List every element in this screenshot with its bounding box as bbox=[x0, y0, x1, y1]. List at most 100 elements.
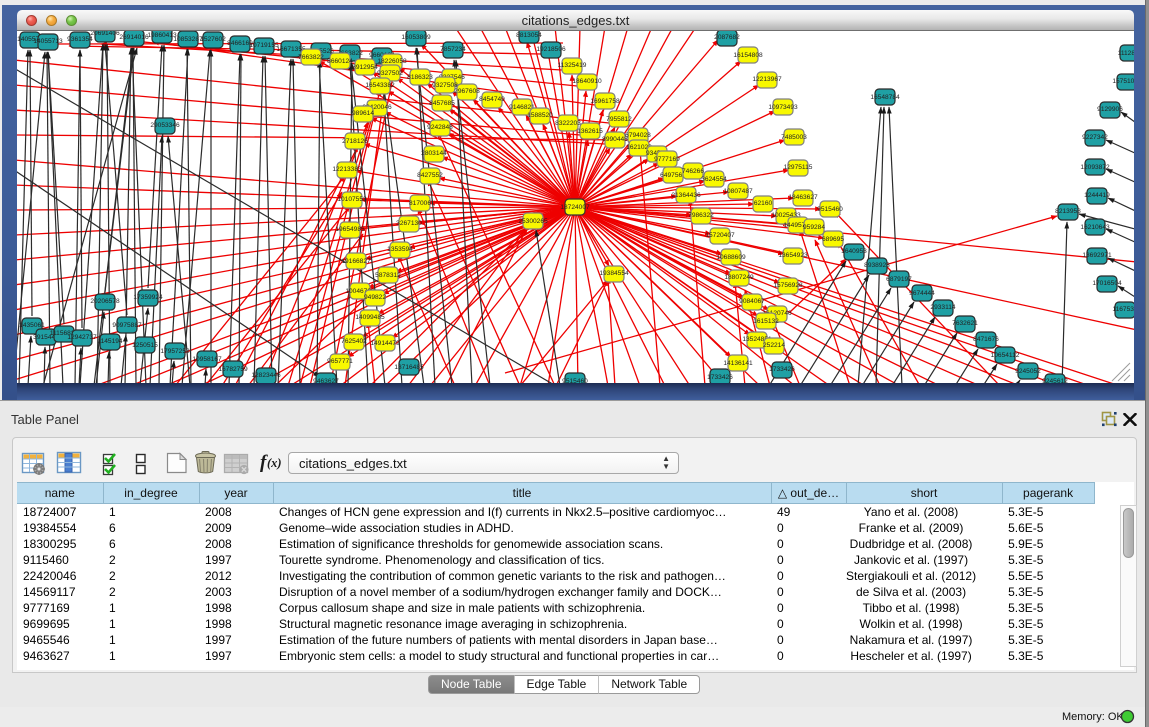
svg-text:9242848: 9242848 bbox=[427, 124, 453, 131]
svg-text:1640953: 1640953 bbox=[841, 248, 867, 255]
svg-text:(x): (x) bbox=[267, 456, 282, 470]
svg-text:989614: 989614 bbox=[352, 110, 374, 117]
svg-text:16548784: 16548784 bbox=[870, 94, 900, 101]
svg-text:18807249: 18807249 bbox=[724, 274, 754, 281]
svg-text:10107553: 10107553 bbox=[337, 196, 367, 203]
svg-text:7632621: 7632621 bbox=[952, 320, 978, 327]
svg-text:14914479: 14914479 bbox=[370, 340, 400, 347]
svg-text:12975115: 12975115 bbox=[784, 164, 813, 171]
svg-text:817006: 817006 bbox=[409, 200, 431, 207]
svg-text:11325419: 11325419 bbox=[558, 62, 587, 69]
svg-text:10973493: 10973493 bbox=[768, 104, 798, 111]
svg-text:8660124: 8660124 bbox=[327, 58, 353, 65]
svg-text:16543382: 16543382 bbox=[365, 82, 395, 89]
svg-text:2087682: 2087682 bbox=[714, 34, 740, 41]
svg-text:1435061: 1435061 bbox=[19, 322, 45, 329]
svg-text:13692971: 13692971 bbox=[1082, 252, 1112, 259]
svg-text:9227342: 9227342 bbox=[1082, 134, 1108, 141]
svg-text:8322203: 8322203 bbox=[555, 120, 581, 127]
svg-text:3267130: 3267130 bbox=[396, 220, 422, 227]
svg-text:1250515: 1250515 bbox=[132, 342, 158, 349]
svg-text:8938923: 8938923 bbox=[864, 262, 890, 269]
svg-text:8186323: 8186323 bbox=[407, 74, 433, 81]
svg-text:9129906: 9129906 bbox=[1097, 106, 1123, 113]
svg-text:7663822: 7663822 bbox=[298, 54, 324, 61]
svg-text:18640910: 18640910 bbox=[572, 78, 602, 85]
svg-text:6794028: 6794028 bbox=[625, 132, 651, 139]
svg-text:7485003: 7485003 bbox=[781, 134, 807, 141]
svg-text:15756928: 15756928 bbox=[773, 282, 803, 289]
svg-text:3624554: 3624554 bbox=[701, 176, 727, 183]
svg-text:12823446: 12823446 bbox=[251, 372, 281, 379]
svg-text:8427552: 8427552 bbox=[417, 172, 443, 179]
svg-text:949822: 949822 bbox=[364, 294, 386, 301]
svg-text:12942737: 12942737 bbox=[67, 334, 97, 341]
svg-text:17016504: 17016504 bbox=[1092, 280, 1122, 287]
svg-text:16053809: 16053809 bbox=[401, 34, 431, 41]
svg-text:16210643: 16210643 bbox=[1080, 224, 1110, 231]
svg-text:2967608: 2967608 bbox=[454, 88, 480, 95]
svg-text:10807487: 10807487 bbox=[723, 188, 753, 195]
svg-text:1527602: 1527602 bbox=[200, 36, 226, 43]
svg-text:19166827: 19166827 bbox=[341, 258, 371, 265]
svg-text:8912954: 8912954 bbox=[352, 64, 378, 71]
svg-text:746266: 746266 bbox=[682, 168, 704, 175]
svg-text:1112874: 1112874 bbox=[1118, 50, 1134, 57]
svg-text:26914016: 26914016 bbox=[119, 34, 149, 41]
svg-text:9515460: 9515460 bbox=[817, 206, 843, 213]
svg-text:16782759: 16782759 bbox=[218, 366, 248, 373]
svg-text:14055713: 14055713 bbox=[33, 38, 63, 45]
svg-text:13654923: 13654923 bbox=[778, 252, 808, 259]
svg-text:1167533: 1167533 bbox=[1112, 306, 1134, 313]
svg-text:18226058: 18226058 bbox=[377, 58, 407, 65]
svg-text:18724007: 18724007 bbox=[560, 204, 590, 211]
svg-text:10719155: 10719155 bbox=[249, 42, 279, 49]
svg-text:10958167: 10958167 bbox=[192, 356, 222, 363]
svg-text:12093872: 12093872 bbox=[1080, 164, 1110, 171]
svg-text:15720407: 15720407 bbox=[705, 232, 735, 239]
svg-text:7625402: 7625402 bbox=[341, 338, 367, 345]
svg-text:10654112: 10654112 bbox=[991, 352, 1020, 359]
svg-text:14099485: 14099485 bbox=[355, 314, 385, 321]
svg-text:9327502: 9327502 bbox=[377, 70, 403, 77]
svg-text:20206578: 20206578 bbox=[90, 298, 120, 305]
svg-text:5878312: 5878312 bbox=[375, 272, 401, 279]
svg-text:689695: 689695 bbox=[822, 236, 844, 243]
svg-text:8454749: 8454749 bbox=[479, 96, 505, 103]
svg-text:1353594: 1353594 bbox=[387, 246, 413, 253]
svg-text:20691406: 20691406 bbox=[90, 31, 120, 37]
svg-text:21364436: 21364436 bbox=[671, 192, 701, 199]
svg-text:7955812: 7955812 bbox=[606, 116, 632, 123]
svg-text:12213383: 12213383 bbox=[332, 166, 362, 173]
svg-text:17359924: 17359924 bbox=[133, 294, 163, 301]
svg-text:19654985: 19654985 bbox=[335, 226, 365, 233]
svg-text:6879197: 6879197 bbox=[886, 276, 912, 283]
svg-text:25300265: 25300265 bbox=[518, 218, 548, 225]
svg-text:1588520: 1588520 bbox=[527, 112, 553, 119]
svg-text:252214: 252214 bbox=[763, 342, 785, 349]
svg-text:17957253: 17957253 bbox=[160, 348, 190, 355]
svg-text:9084067: 9084067 bbox=[739, 298, 765, 305]
svg-text:14136141: 14136141 bbox=[723, 360, 753, 367]
svg-text:1615132: 1615132 bbox=[753, 318, 779, 325]
svg-text:19218506: 19218506 bbox=[536, 46, 566, 53]
svg-text:15751074: 15751074 bbox=[1112, 78, 1134, 85]
svg-text:1244419: 1244419 bbox=[1084, 192, 1110, 199]
svg-text:12213967: 12213967 bbox=[752, 76, 782, 83]
svg-text:1733426: 1733426 bbox=[707, 374, 733, 381]
svg-text:2718126: 2718126 bbox=[342, 138, 368, 145]
svg-text:16154808: 16154808 bbox=[733, 52, 763, 59]
svg-text:9361354: 9361354 bbox=[67, 36, 93, 43]
svg-text:29053346: 29053346 bbox=[150, 122, 180, 129]
svg-text:7857234: 7857234 bbox=[440, 46, 466, 53]
svg-text:8471676: 8471676 bbox=[973, 336, 999, 343]
svg-text:8213958: 8213958 bbox=[1055, 208, 1081, 215]
svg-text:90975887: 90975887 bbox=[112, 322, 142, 329]
svg-text:9245052: 9245052 bbox=[1015, 368, 1041, 375]
svg-text:1362615: 1362615 bbox=[577, 128, 603, 135]
svg-text:8457685: 8457685 bbox=[429, 100, 455, 107]
svg-text:9657771: 9657771 bbox=[327, 358, 353, 365]
svg-text:2803144: 2803144 bbox=[421, 150, 447, 157]
svg-text:959284: 959284 bbox=[803, 224, 825, 231]
svg-text:9674444: 9674444 bbox=[909, 290, 935, 297]
